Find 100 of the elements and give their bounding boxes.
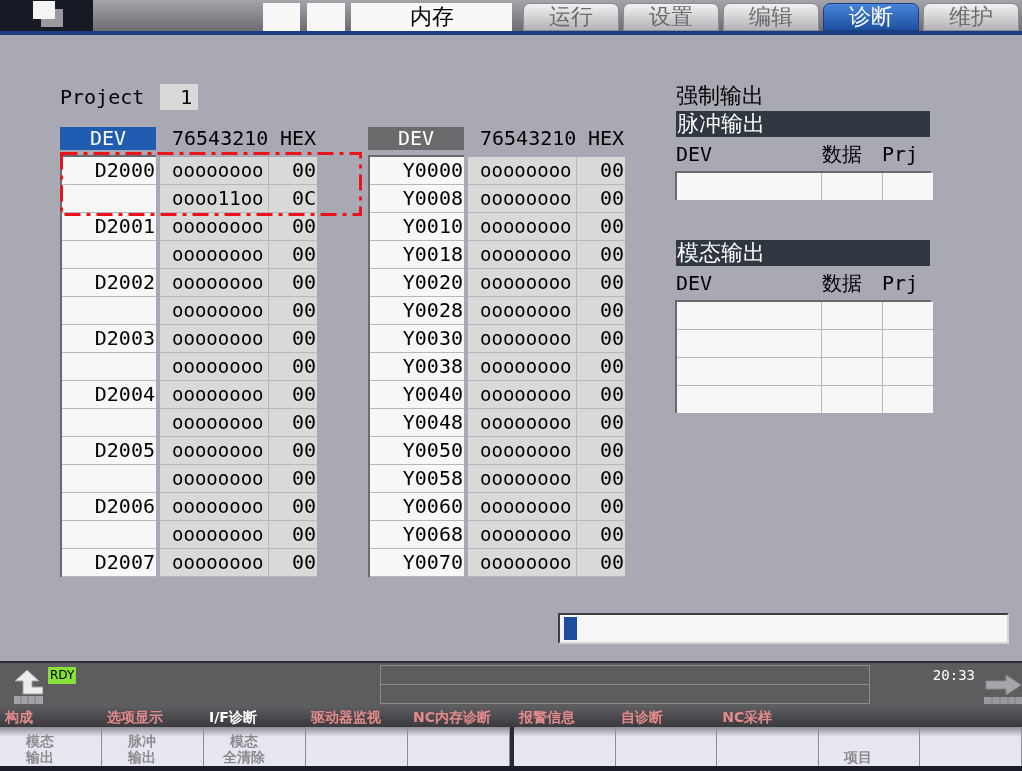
blank-cell — [822, 386, 882, 413]
hex-cell: 00 — [268, 297, 317, 324]
overlapping-squares-icon — [33, 1, 63, 27]
hex-cell: 00 — [576, 241, 625, 268]
tab[interactable]: 维护 — [923, 3, 1019, 31]
hex-cell: 00 — [576, 185, 625, 212]
softkey[interactable]: 模态 全清除 — [204, 727, 306, 766]
bits-cell-text: oooooooo — [479, 242, 573, 267]
hex-cell: 00 — [268, 381, 317, 408]
hex-cell: 00 — [576, 269, 625, 296]
softkey[interactable] — [920, 727, 1022, 766]
tab[interactable]: 诊断 — [823, 3, 919, 31]
hex-cell: 00 — [576, 353, 625, 380]
project-label: Project — [60, 84, 145, 110]
hex-cell: 00 — [268, 241, 317, 268]
bits-cell-text: oooooooo — [171, 494, 265, 519]
softkey[interactable] — [717, 727, 819, 766]
column-header[interactable]: DEV — [368, 127, 464, 150]
column-header: 76543210 — [172, 127, 269, 150]
menu-item[interactable]: 选项显示 — [107, 707, 163, 726]
menu-item[interactable]: 自诊断 — [620, 707, 663, 726]
bits-cell-text: oooooooo — [479, 354, 573, 379]
bits-cell-text: oooooooo — [479, 298, 573, 323]
hex-cell: 00 — [268, 213, 317, 240]
tab[interactable]: 设置 — [623, 3, 719, 31]
hex-cell: 00 — [268, 521, 317, 548]
column-header: HEX — [587, 127, 624, 150]
bits-cell-text: oooooooo — [171, 438, 265, 463]
hex-cell: 00 — [576, 549, 625, 576]
menu-item[interactable]: 构成 — [5, 707, 33, 726]
bits-cell-text: oooooooo — [171, 298, 265, 323]
bits-cell-text: oooooooo — [479, 214, 573, 239]
softkey[interactable] — [514, 727, 616, 766]
bits-cell-text: oooo11oo — [171, 186, 265, 211]
bits-cell-text: oooooooo — [479, 410, 573, 435]
menu-item[interactable]: NC采样 — [722, 707, 773, 726]
softkey[interactable] — [306, 727, 408, 766]
column-header: DEV — [676, 142, 713, 166]
tab[interactable]: 运行 — [523, 3, 619, 31]
tab[interactable]: 编辑 — [723, 3, 819, 31]
bits-cell-text: oooooooo — [171, 522, 265, 547]
bits-cell-text: oooooooo — [479, 186, 573, 211]
ready-badge: RDY — [48, 667, 77, 684]
blank-cell — [883, 173, 933, 200]
blank-cell — [822, 330, 882, 357]
softkey[interactable]: 脉冲 输出 — [102, 727, 204, 766]
hex-cell: 00 — [576, 325, 625, 352]
column-header: 数据 — [822, 142, 862, 166]
hex-cell: 00 — [268, 465, 317, 492]
hex-cell: 00 — [268, 269, 317, 296]
menu-item[interactable]: 驱动器监视 — [311, 707, 381, 726]
hex-cell: 00 — [268, 437, 317, 464]
panel-title: 强制输出 — [676, 84, 765, 108]
bits-cell-text: oooooooo — [171, 214, 265, 239]
hex-cell: 00 — [268, 353, 317, 380]
project-field[interactable]: 1 — [160, 84, 199, 110]
column-header: DEV — [676, 271, 713, 295]
hex-cell: 00 — [576, 157, 625, 184]
bits-cell-text: oooooooo — [171, 270, 265, 295]
bits-cell-text: oooooooo — [479, 158, 573, 183]
blank-cell — [822, 173, 882, 200]
bits-cell-text: oooooooo — [171, 242, 265, 267]
bits-cell-text: oooooooo — [479, 438, 573, 463]
bits-cell-text: oooooooo — [479, 270, 573, 295]
right-arrow-icon[interactable] — [984, 674, 1022, 704]
hex-cell: 00 — [268, 157, 317, 184]
softkey[interactable]: 模态 输出 — [0, 727, 102, 766]
softkey[interactable] — [615, 727, 718, 766]
bits-cell-text: oooooooo — [479, 550, 573, 575]
blank-cell — [883, 358, 933, 385]
menu-item[interactable]: 报警信息 — [519, 707, 575, 726]
blank-cell — [883, 386, 933, 413]
blank-cell — [822, 302, 882, 329]
blank-cell — [822, 358, 882, 385]
bits-cell-text: oooooooo — [171, 354, 265, 379]
blank-cell — [883, 302, 933, 329]
bits-cell-text: oooooooo — [479, 382, 573, 407]
bits-cell-text: oooooooo — [171, 410, 265, 435]
bits-cell-text: oooooooo — [479, 326, 573, 351]
bits-cell-text: oooooooo — [171, 158, 265, 183]
bits-cell-text: oooooooo — [479, 466, 573, 491]
softkey[interactable] — [408, 727, 510, 766]
mode-field: 内存 — [351, 3, 512, 31]
blank-field — [307, 3, 345, 31]
column-header: 数据 — [822, 271, 862, 295]
blank-cell — [883, 330, 933, 357]
menu-item[interactable]: I/F诊断 — [209, 707, 257, 726]
bits-cell-text: oooooooo — [171, 466, 265, 491]
bits-cell-text: oooooooo — [171, 550, 265, 575]
hex-cell: 00 — [268, 493, 317, 520]
section-header-bar: 模态输出 — [676, 240, 930, 266]
hex-cell: 00 — [576, 521, 625, 548]
column-header: HEX — [279, 127, 316, 150]
hex-cell: 00 — [576, 381, 625, 408]
up-turn-arrow-icon[interactable] — [14, 670, 43, 704]
column-header[interactable]: DEV — [60, 127, 156, 150]
menu-item[interactable]: NC内存诊断 — [413, 707, 491, 726]
hex-cell: 00 — [576, 493, 625, 520]
softkey[interactable]: 项目 — [818, 727, 921, 766]
bits-cell-text: oooooooo — [479, 494, 573, 519]
